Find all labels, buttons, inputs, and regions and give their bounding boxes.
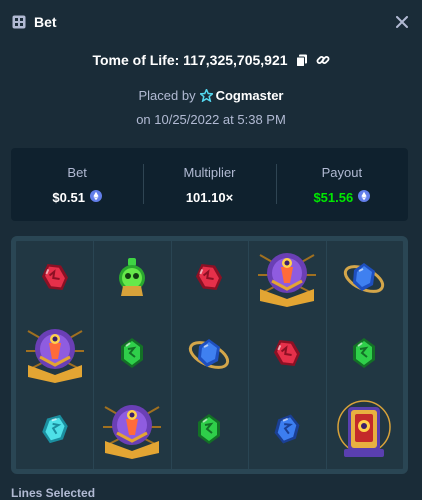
username: Cogmaster <box>215 87 284 103</box>
close-icon[interactable] <box>392 12 412 32</box>
slot-cell <box>171 393 248 469</box>
slot-cell <box>171 317 248 393</box>
star-badge-icon <box>199 88 213 102</box>
multiplier-value: 101.10× <box>185 189 234 205</box>
slot-cell <box>93 317 170 393</box>
ethereum-icon <box>358 189 371 205</box>
cyan-gem-icon <box>35 409 75 454</box>
blue-gem-ring-icon <box>341 255 387 304</box>
red-gem-icon <box>189 257 229 302</box>
placed-by-row: Placed by Cogmaster <box>0 86 422 104</box>
green-gem-icon <box>344 333 384 378</box>
username-link[interactable]: Cogmaster <box>199 87 284 103</box>
modal-title: Bet <box>34 14 57 30</box>
slot-cell <box>248 241 325 317</box>
bet-stat: Bet $0.51 <box>11 148 143 221</box>
purple-book-icon <box>99 397 165 466</box>
bet-value: $0.51 <box>52 189 102 205</box>
blue-gem-ring-icon <box>186 331 232 380</box>
copy-icon[interactable] <box>295 54 308 67</box>
game-id-text: Tome of Life: 117,325,705,921 <box>92 52 288 68</box>
bet-stats-panel: Bet $0.51 Multiplier 101.10× Payout $51.… <box>11 148 408 221</box>
multiplier-label: Multiplier <box>183 164 236 180</box>
slot-cell <box>93 241 170 317</box>
purple-book-icon <box>254 245 320 314</box>
lines-selected-label: Lines Selected <box>11 486 96 500</box>
payout-stat: Payout $51.56 <box>275 148 408 221</box>
bet-label: Bet <box>67 164 87 180</box>
bet-slip-icon <box>12 15 26 29</box>
slot-cell <box>326 393 403 469</box>
green-potion-icon <box>111 254 153 305</box>
payout-amount: $51.56 <box>313 189 354 205</box>
ethereum-icon <box>89 189 102 205</box>
slot-grid <box>16 241 403 469</box>
game-id-row: Tome of Life: 117,325,705,921 <box>0 50 422 70</box>
purple-book-icon <box>22 321 88 390</box>
bet-amount: $0.51 <box>52 189 85 205</box>
bet-date: on 10/25/2022 at 5:38 PM <box>136 111 286 127</box>
slot-cell <box>326 317 403 393</box>
multiplier-stat: Multiplier 101.10× <box>143 148 275 221</box>
slot-board <box>11 236 408 474</box>
slot-cell <box>248 393 325 469</box>
slot-cell <box>248 317 325 393</box>
slot-cell <box>326 241 403 317</box>
link-icon[interactable] <box>316 53 330 67</box>
slot-cell <box>16 317 93 393</box>
slot-cell <box>93 393 170 469</box>
slot-cell <box>16 241 93 317</box>
payout-value: $51.56 <box>313 189 371 205</box>
green-gem-icon <box>189 409 229 454</box>
red-gem-icon <box>267 333 307 378</box>
placed-by-label: Placed by <box>138 87 196 103</box>
red-tome-scatter-icon <box>336 397 392 466</box>
slot-cell <box>171 241 248 317</box>
modal-header: Bet <box>0 0 422 44</box>
blue-gem-icon <box>267 409 307 454</box>
red-gem-icon <box>35 257 75 302</box>
green-gem-icon <box>112 333 152 378</box>
slot-cell <box>16 393 93 469</box>
payout-label: Payout <box>321 164 363 180</box>
